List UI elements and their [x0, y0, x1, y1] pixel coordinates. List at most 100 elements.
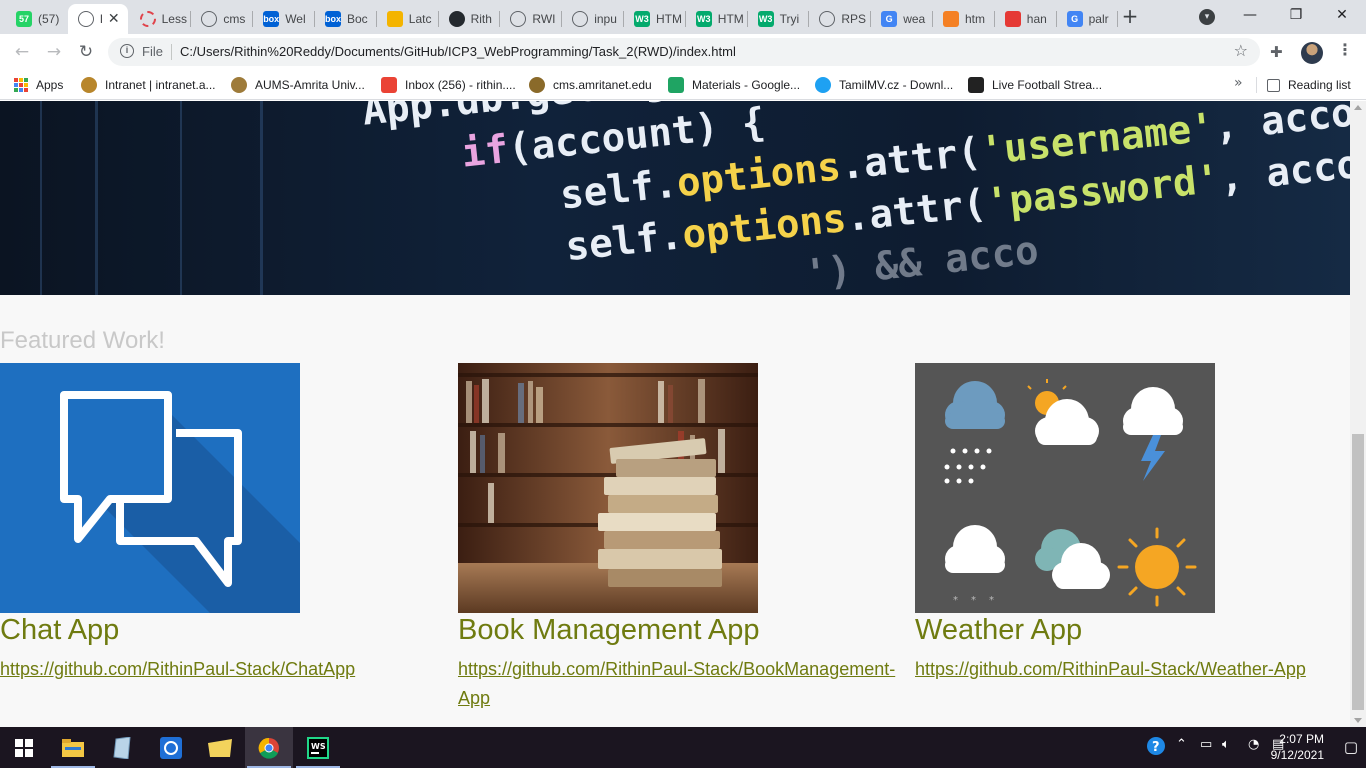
bookmark-label: cms.amritanet.edu — [553, 78, 652, 92]
restore-button[interactable]: ❐ — [1282, 4, 1310, 26]
amrita-logo-icon — [81, 77, 97, 93]
code-options: options — [680, 196, 849, 258]
address-bar[interactable]: i File C:/Users/Rithin%20Reddy/Documents… — [108, 38, 1260, 66]
bookmark-item[interactable]: Inbox (256) - rithin.... — [381, 77, 516, 93]
tab-title: RWI — [532, 12, 556, 26]
hero-light-streak — [180, 101, 182, 295]
tab-title: inpu — [594, 12, 617, 26]
project-github-link[interactable]: https://github.com/RithinPaul-Stack/Weat… — [915, 655, 1350, 684]
chrome-icon[interactable] — [245, 727, 293, 768]
globe-icon — [510, 11, 527, 27]
browser-tab[interactable]: RWI — [500, 4, 560, 34]
browser-tab[interactable]: W3 Tryi — [748, 4, 808, 34]
webstorm-icon[interactable]: WS — [294, 727, 342, 768]
tab-strip: 57 (57) I ✕ Less cms box Wel box Boc Latc Rith RWI in… — [0, 0, 1366, 34]
play-circle-icon — [815, 77, 831, 93]
browser-tab[interactable]: RPS — [809, 4, 869, 34]
wifi-icon[interactable]: ◔ — [1248, 737, 1259, 752]
browser-tab[interactable]: Rith — [439, 4, 499, 34]
w3schools-icon: W3 — [695, 11, 712, 27]
file-explorer-icon[interactable] — [49, 727, 97, 768]
vertical-scrollbar[interactable] — [1350, 101, 1366, 727]
bookmark-item[interactable]: Materials - Google... — [668, 77, 800, 93]
taskbar-clock[interactable]: 2:07 PM 9/12/2021 — [1271, 731, 1324, 763]
help-icon[interactable]: ? — [1146, 736, 1166, 760]
reload-button[interactable]: ↻ — [74, 40, 98, 64]
bookmark-item[interactable]: Live Football Strea... — [968, 77, 1102, 93]
back-button[interactable]: ← — [10, 40, 34, 64]
tab-title: Wel — [285, 12, 306, 26]
bookmark-label: Intranet | intranet.a... — [105, 78, 216, 92]
project-github-link[interactable]: https://github.com/RithinPaul-Stack/Book… — [458, 655, 898, 713]
project-name: Book Management App — [458, 614, 760, 646]
code-options: options — [674, 144, 843, 207]
bookmark-label: Inbox (256) - rithin.... — [405, 78, 516, 92]
clock-date: 9/12/2021 — [1270, 748, 1324, 762]
browser-tab[interactable]: W3 HTM — [624, 4, 684, 34]
code-rest: , accou — [1211, 101, 1350, 150]
bookmark-item[interactable]: cms.amritanet.edu — [529, 77, 652, 93]
notifications-icon[interactable]: ▢ — [1344, 738, 1358, 756]
sync-icon[interactable] — [147, 727, 195, 768]
new-tab-button[interactable]: + — [1120, 4, 1140, 28]
svg-text:*: * — [989, 595, 994, 606]
project-github-link[interactable]: https://github.com/RithinPaul-Stack/Chat… — [0, 655, 440, 684]
bookmark-star-icon[interactable]: ☆ — [1234, 41, 1248, 60]
ring-icon — [139, 11, 156, 27]
browser-menu-icon[interactable]: ⋮ — [1337, 40, 1353, 59]
browser-tab[interactable]: Gpalr — [1057, 4, 1117, 34]
scrollbar-thumb[interactable] — [1352, 434, 1364, 710]
tab-title: Boc — [347, 12, 368, 26]
code-self: self. — [557, 161, 680, 219]
show-hidden-icons-chevron-icon[interactable]: ⌃ — [1176, 737, 1187, 752]
w3schools-icon: W3 — [634, 11, 650, 27]
books-stack-icon — [458, 363, 758, 613]
reading-list-button[interactable]: Reading list — [1267, 77, 1351, 93]
more-bookmarks-chevron-icon[interactable]: » — [1234, 75, 1243, 91]
forward-button[interactable]: → — [42, 40, 66, 64]
folder-icon[interactable] — [196, 727, 244, 768]
puzzle-icon — [386, 11, 403, 27]
volume-icon[interactable]: 🔈︎ — [1222, 737, 1230, 752]
pdf-icon — [1004, 11, 1021, 27]
browser-tab[interactable]: Gwea — [871, 4, 931, 34]
browser-tab[interactable]: 57 (57) — [6, 4, 66, 34]
bookmark-label: AUMS-Amrita Univ... — [255, 78, 365, 92]
whatsapp-icon: 57 — [16, 11, 32, 27]
browser-tab[interactable]: inpu — [562, 4, 622, 34]
browser-tab[interactable]: han — [995, 4, 1055, 34]
url-text[interactable]: C:/Users/Rithin%20Reddy/Documents/GitHub… — [180, 44, 736, 59]
notepad-icon[interactable] — [98, 727, 146, 768]
bookmark-item[interactable]: TamilMV.cz - Downl... — [815, 77, 953, 93]
svg-text:*: * — [971, 595, 976, 606]
close-tab-icon[interactable]: ✕ — [108, 11, 120, 27]
browser-tab[interactable]: cms — [191, 4, 251, 34]
site-info-icon[interactable]: i — [120, 44, 134, 58]
browser-tab[interactable]: I ✕ — [67, 4, 128, 34]
bookmark-item[interactable]: AUMS-Amrita Univ... — [231, 77, 365, 93]
close-window-button[interactable]: ✕ — [1328, 4, 1356, 26]
weather-icons-image: * * * — [915, 363, 1215, 613]
browser-tab[interactable]: W3 HTM — [686, 4, 746, 34]
browser-tab[interactable]: box Boc — [315, 4, 375, 34]
profile-avatar[interactable] — [1301, 42, 1323, 64]
bookmark-item[interactable]: Apps — [14, 77, 63, 93]
code-self: self. — [563, 213, 685, 271]
svg-text:?: ? — [1152, 740, 1160, 755]
browser-tab[interactable]: Less — [130, 4, 190, 34]
bookmark-item[interactable]: Intranet | intranet.a... — [81, 77, 216, 93]
extensions-puzzle-icon[interactable]: ✚ — [1270, 43, 1283, 61]
scroll-up-arrow-icon[interactable] — [1354, 105, 1362, 110]
hero-light-streak — [95, 101, 98, 295]
bookmarks-divider — [1256, 77, 1257, 93]
project-card-weather: * * * Weather App https://github.com/Rit… — [915, 363, 1350, 684]
browser-tab[interactable]: htm — [933, 4, 993, 34]
project-name: Chat App — [0, 614, 120, 646]
minimize-button[interactable]: — — [1236, 4, 1264, 26]
battery-icon[interactable]: ▭ — [1200, 737, 1212, 752]
browser-tab[interactable]: box Wel — [253, 4, 313, 34]
browser-tab[interactable]: Latc — [377, 4, 437, 34]
tab-search-icon[interactable]: ▾ — [1199, 9, 1215, 25]
scroll-down-arrow-icon[interactable] — [1354, 718, 1362, 723]
windows-start-icon[interactable] — [0, 727, 48, 768]
